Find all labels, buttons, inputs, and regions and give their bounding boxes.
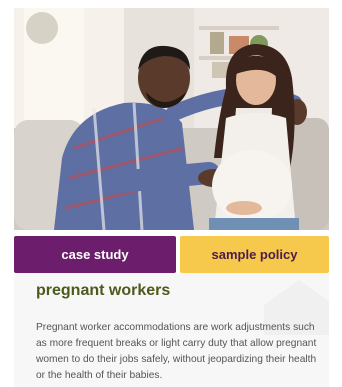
sample-policy-label: sample policy — [211, 247, 298, 262]
case-study-label: case study — [61, 247, 129, 262]
case-study-button[interactable]: case study — [14, 236, 176, 273]
content-section: pregnant workers Pregnant worker accommo… — [14, 273, 329, 387]
hero-photo — [14, 8, 329, 230]
content-card: case study sample policy pregnant worker… — [14, 0, 329, 387]
sample-policy-button[interactable]: sample policy — [180, 236, 329, 273]
action-buttons: case study sample policy — [14, 236, 329, 273]
section-heading: pregnant workers — [36, 282, 171, 299]
section-body: Pregnant worker accommodations are work … — [36, 322, 317, 381]
